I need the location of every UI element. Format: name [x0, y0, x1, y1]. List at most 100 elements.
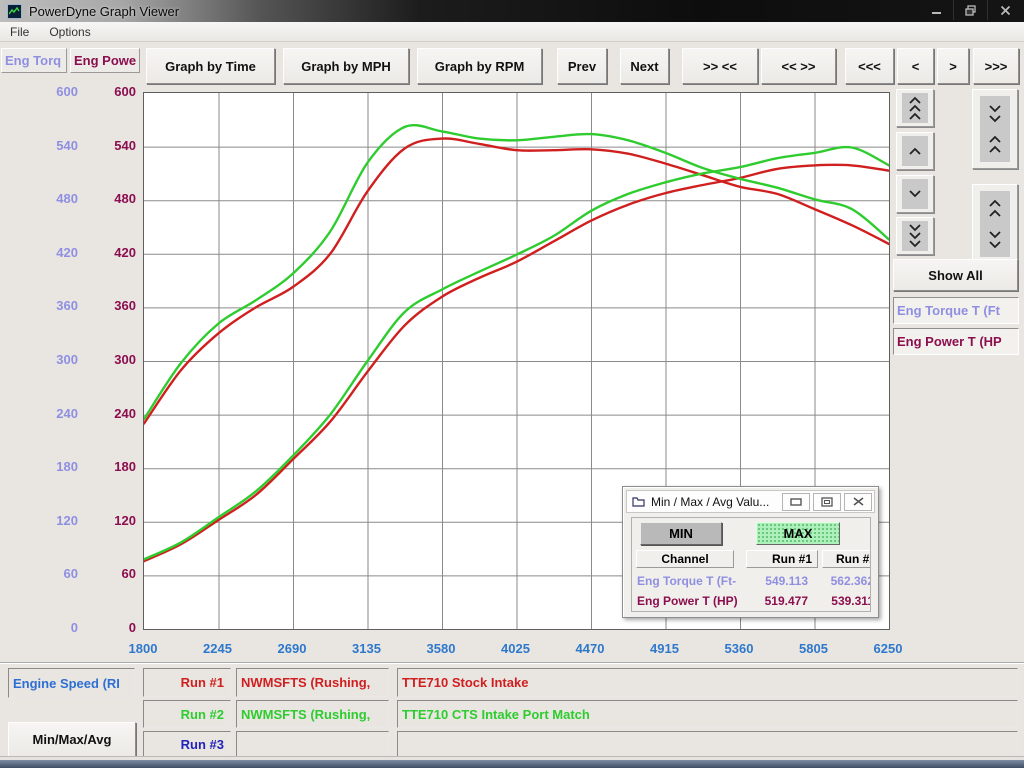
run1-description[interactable]: TTE710 Stock Intake: [397, 668, 1018, 697]
min-toggle-button[interactable]: MIN: [640, 522, 722, 545]
triple-chevron-up-icon: [902, 93, 928, 123]
run3-description[interactable]: [397, 731, 1018, 758]
run1-label[interactable]: Run #1: [143, 668, 231, 697]
y-tick-torque-240: 240: [8, 406, 78, 421]
y-scale-up-fast-button[interactable]: [896, 89, 934, 127]
y-tick-power-540: 540: [80, 138, 136, 153]
restore-button[interactable]: [954, 0, 988, 20]
y-tick-torque-480: 480: [8, 191, 78, 206]
y-tick-torque-360: 360: [8, 298, 78, 313]
y-scale-down-button[interactable]: [896, 175, 934, 213]
window-title: PowerDyne Graph Viewer: [29, 4, 179, 19]
minmax-window[interactable]: Min / Max / Avg Valu... MIN MAX Channel …: [622, 486, 879, 618]
minmax-torque-run2-value: 562.362: [814, 574, 871, 588]
x-tick-1800: 1800: [113, 641, 173, 656]
restore-icon: [965, 5, 977, 16]
zoom-in-button[interactable]: >> <<: [682, 48, 758, 84]
x-tick-4470: 4470: [560, 641, 620, 656]
y-tick-power-120: 120: [80, 513, 136, 528]
minmax-power-run2-value: 539.311: [814, 594, 871, 608]
show-all-button[interactable]: Show All: [893, 259, 1018, 291]
x-tick-2245: 2245: [188, 641, 248, 656]
scroll-right-fast-button[interactable]: >>>: [973, 48, 1019, 84]
minmax-row-torque-channel: Eng Torque T (Ft-: [637, 574, 736, 588]
minimize-icon: [790, 498, 802, 506]
graph-by-time-button[interactable]: Graph by Time: [146, 48, 275, 84]
x-tick-4025: 4025: [486, 641, 546, 656]
window-controls: [920, 0, 1022, 22]
next-button[interactable]: Next: [620, 48, 669, 84]
max-toggle-button[interactable]: MAX: [756, 522, 840, 545]
menu-file[interactable]: File: [0, 25, 39, 39]
run3-file[interactable]: [236, 731, 389, 758]
x-tick-6250: 6250: [858, 641, 918, 656]
scroll-left-button[interactable]: <: [897, 48, 934, 84]
menu-bar: File Options: [0, 22, 1024, 42]
run2-file[interactable]: NWMSFTS (Rushing,: [236, 700, 389, 728]
chevron-up-icon: [902, 136, 928, 166]
y-tick-torque-120: 120: [8, 513, 78, 528]
y-tick-torque-0: 0: [8, 620, 78, 635]
minmax-minimize-button[interactable]: [782, 493, 810, 511]
minmax-window-icon: [632, 496, 645, 507]
y-tick-torque-600: 600: [8, 84, 78, 99]
tab-eng-power[interactable]: Eng Powe: [70, 48, 140, 73]
minmax-torque-run1-value: 549.113: [742, 574, 808, 588]
powerdyne-app-window: { "window": { "title": "PowerDyne Graph …: [0, 0, 1024, 768]
y-tick-torque-420: 420: [8, 245, 78, 260]
minmax-avg-button[interactable]: Min/Max/Avg: [8, 722, 136, 757]
zoom-out-button[interactable]: << >>: [761, 48, 836, 84]
x-tick-3580: 3580: [411, 641, 471, 656]
chevron-down-icon: [902, 179, 928, 209]
minmax-power-run1-value: 519.477: [742, 594, 808, 608]
x-tick-5360: 5360: [709, 641, 769, 656]
tab-eng-torque[interactable]: Eng Torq: [1, 48, 67, 73]
y-expand-button[interactable]: [972, 184, 1018, 264]
restore-icon: [821, 497, 833, 507]
bottom-panel-divider: [0, 662, 1024, 664]
column-header-run1[interactable]: Run #1: [746, 550, 818, 568]
y-tick-torque-60: 60: [8, 566, 78, 581]
y-tick-power-60: 60: [80, 566, 136, 581]
y-scale-up-button[interactable]: [896, 132, 934, 170]
y-tick-power-420: 420: [80, 245, 136, 260]
minmax-body: MIN MAX Channel Run #1 Run #2 Eng Torque…: [631, 517, 871, 612]
close-icon: [1000, 5, 1011, 16]
column-header-channel[interactable]: Channel: [636, 550, 734, 568]
scroll-left-fast-button[interactable]: <<<: [845, 48, 894, 84]
power-channel-label[interactable]: Eng Power T (HP: [893, 328, 1019, 355]
x-tick-4915: 4915: [635, 641, 695, 656]
y-scale-down-fast-button[interactable]: [896, 217, 934, 255]
y-tick-torque-300: 300: [8, 352, 78, 367]
y-tick-power-180: 180: [80, 459, 136, 474]
x-axis-channel-button[interactable]: Engine Speed (RI: [8, 668, 135, 698]
triple-chevron-down-icon: [902, 221, 928, 251]
graph-by-mph-button[interactable]: Graph by MPH: [283, 48, 409, 84]
minimize-button[interactable]: [920, 0, 954, 20]
y-tick-torque-540: 540: [8, 138, 78, 153]
minmax-title-bar[interactable]: Min / Max / Avg Valu...: [626, 490, 875, 513]
x-tick-5805: 5805: [784, 641, 844, 656]
run2-description[interactable]: TTE710 CTS Intake Port Match: [397, 700, 1018, 728]
menu-options[interactable]: Options: [39, 25, 100, 39]
run2-label[interactable]: Run #2: [143, 700, 231, 728]
compress-chevrons-icon: [980, 96, 1010, 162]
graph-by-rpm-button[interactable]: Graph by RPM: [417, 48, 542, 84]
minmax-restore-button[interactable]: [813, 493, 841, 511]
y-compress-button[interactable]: [972, 89, 1018, 169]
column-header-run2[interactable]: Run #2: [822, 550, 871, 568]
minimize-icon: [931, 5, 943, 15]
scroll-right-button[interactable]: >: [937, 48, 969, 84]
y-tick-power-600: 600: [80, 84, 136, 99]
close-icon: [853, 497, 864, 506]
y-tick-power-0: 0: [80, 620, 136, 635]
torque-channel-label[interactable]: Eng Torque T (Ft: [893, 297, 1019, 324]
close-button[interactable]: [988, 0, 1022, 20]
y-tick-power-240: 240: [80, 406, 136, 421]
taskbar-edge: [0, 760, 1024, 768]
prev-button[interactable]: Prev: [557, 48, 607, 84]
expand-chevrons-icon: [980, 191, 1010, 257]
minmax-close-button[interactable]: [844, 493, 872, 511]
run1-file[interactable]: NWMSFTS (Rushing,: [236, 668, 389, 697]
run3-label[interactable]: Run #3: [143, 731, 231, 758]
